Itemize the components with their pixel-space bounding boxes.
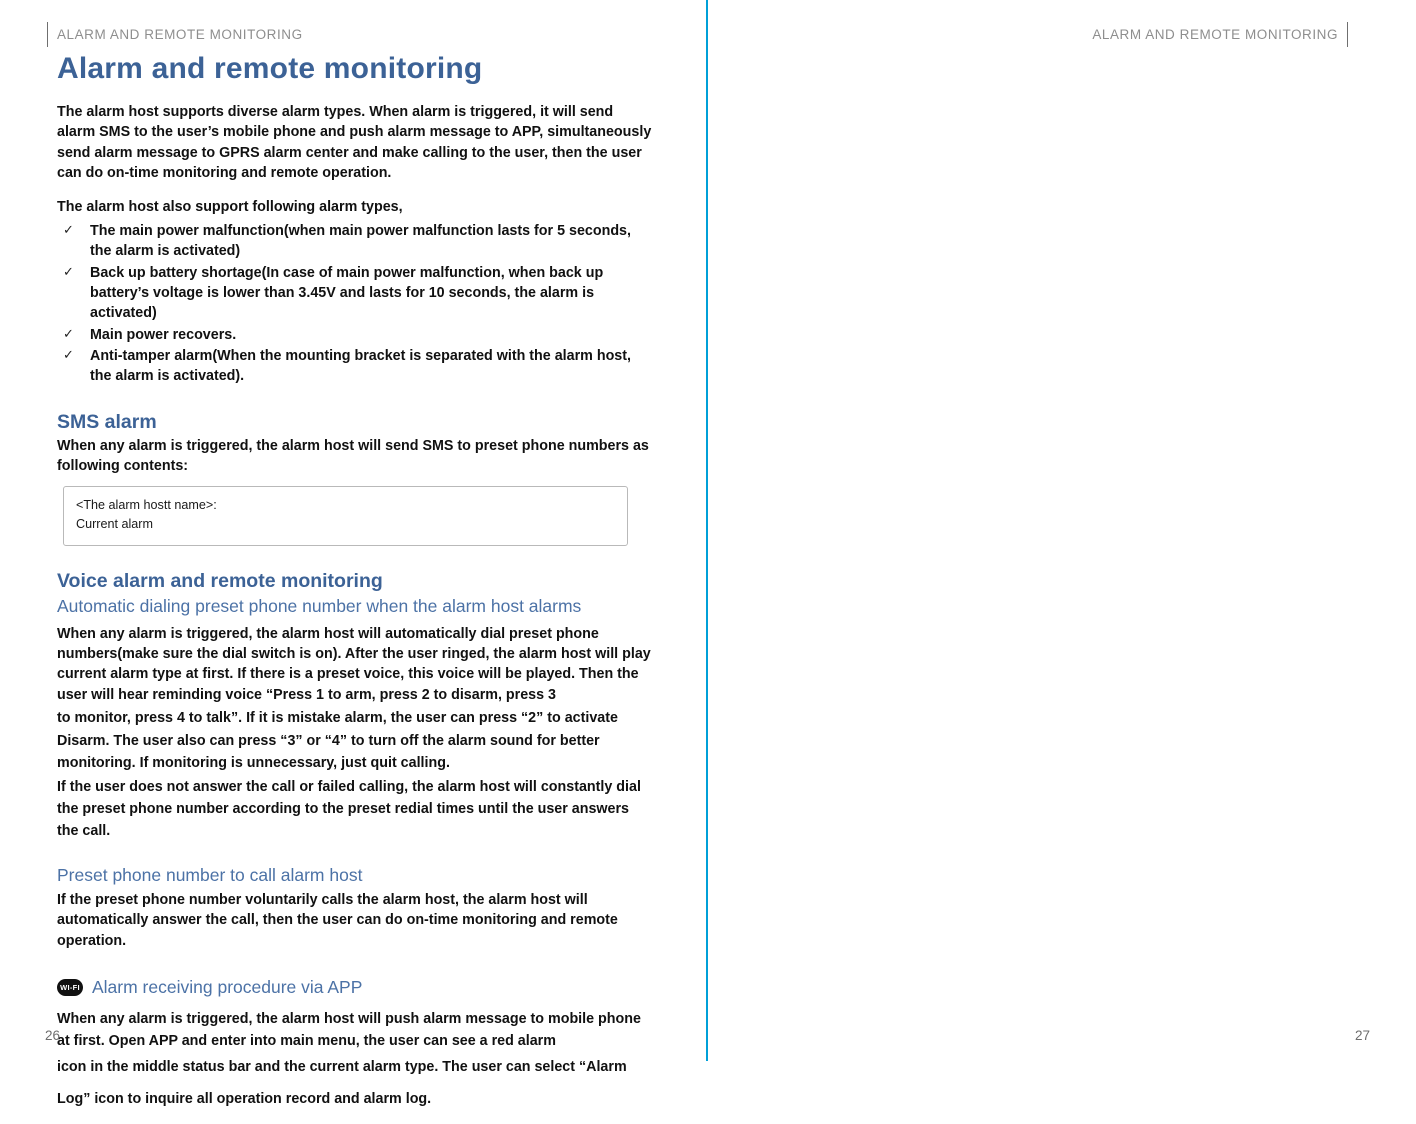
preset-phone-body: If the preset phone number voluntarily c… [57, 891, 618, 949]
also-support-line: The alarm host also support following al… [57, 198, 403, 215]
running-head-tick-icon [1347, 22, 1348, 47]
sms-sample-line2: Current alarm [76, 517, 153, 532]
app-procedure-paragraph-2: icon in the middle status bar and the cu… [57, 1059, 627, 1076]
list-item: ✓ Main power recovers. [57, 325, 652, 345]
voice-alarm-paragraph-3: If the user does not answer the call or … [57, 778, 641, 840]
list-item: ✓ Anti-tamper alarm(When the mounting br… [57, 346, 652, 387]
list-item: ✓ The main power malfunction(when main p… [57, 221, 652, 262]
running-head-right: ALARM AND REMOTE MONITORING [1092, 22, 1348, 47]
list-item: ✓ Back up battery shortage(In case of ma… [57, 263, 652, 324]
running-head-tick-icon [47, 22, 48, 47]
alarm-types-list: ✓ The main power malfunction(when main p… [57, 221, 652, 386]
sms-sample-box: <The alarm hostt name>: Current alarm [63, 486, 628, 547]
page-left: ALARM AND REMOTE MONITORING Alarm and re… [0, 0, 706, 1107]
page-right: ALARM AND REMOTE MONITORING Refer to bel… [706, 0, 1416, 1061]
intro-paragraph: The alarm host supports diverse alarm ty… [57, 104, 652, 182]
sms-sample-line1: <The alarm hostt name>: [76, 498, 217, 513]
list-item-label: Anti-tamper alarm(When the mounting brac… [90, 347, 631, 385]
app-procedure-paragraph-1: When any alarm is triggered, the alarm h… [57, 1011, 641, 1050]
running-head-label: ALARM AND REMOTE MONITORING [1092, 27, 1338, 42]
check-icon: ✓ [63, 346, 74, 362]
voice-alarm-paragraph-2: to monitor, press 4 to talk”. If it is m… [57, 710, 618, 771]
page-title: Alarm and remote monitoring [57, 52, 483, 85]
preset-phone-heading: Preset phone number to call alarm host [57, 865, 363, 886]
running-head-label: ALARM AND REMOTE MONITORING [57, 27, 303, 42]
check-icon: ✓ [63, 263, 74, 279]
wifi-badge-icon: WI-FI [57, 979, 83, 996]
voice-alarm-heading: Voice alarm and remote monitoring [57, 570, 383, 593]
page-number-left: 26 [45, 1028, 61, 1043]
list-item-label: Main power recovers. [90, 326, 237, 343]
voice-alarm-paragraph-1: When any alarm is triggered, the alarm h… [57, 625, 651, 703]
app-procedure-heading-row: WI-FI Alarm receiving procedure via APP [57, 977, 652, 998]
app-procedure-paragraph-3: Log” icon to inquire all operation recor… [57, 1091, 432, 1108]
app-procedure-heading: Alarm receiving procedure via APP [92, 977, 363, 997]
check-icon: ✓ [63, 325, 74, 341]
page-number-right: 27 [1354, 1028, 1370, 1043]
list-item-label: The main power malfunction(when main pow… [90, 223, 631, 260]
sms-alarm-body: When any alarm is triggered, the alarm h… [57, 437, 649, 474]
voice-alarm-subheading: Automatic dialing preset phone number wh… [57, 596, 582, 617]
sms-alarm-heading: SMS alarm [57, 410, 157, 433]
left-content-column: Alarm and remote monitoring The alarm ho… [57, 52, 652, 1124]
running-head-left: ALARM AND REMOTE MONITORING [47, 22, 303, 47]
check-icon: ✓ [63, 222, 74, 238]
list-item-label: Back up battery shortage(In case of main… [90, 264, 604, 322]
